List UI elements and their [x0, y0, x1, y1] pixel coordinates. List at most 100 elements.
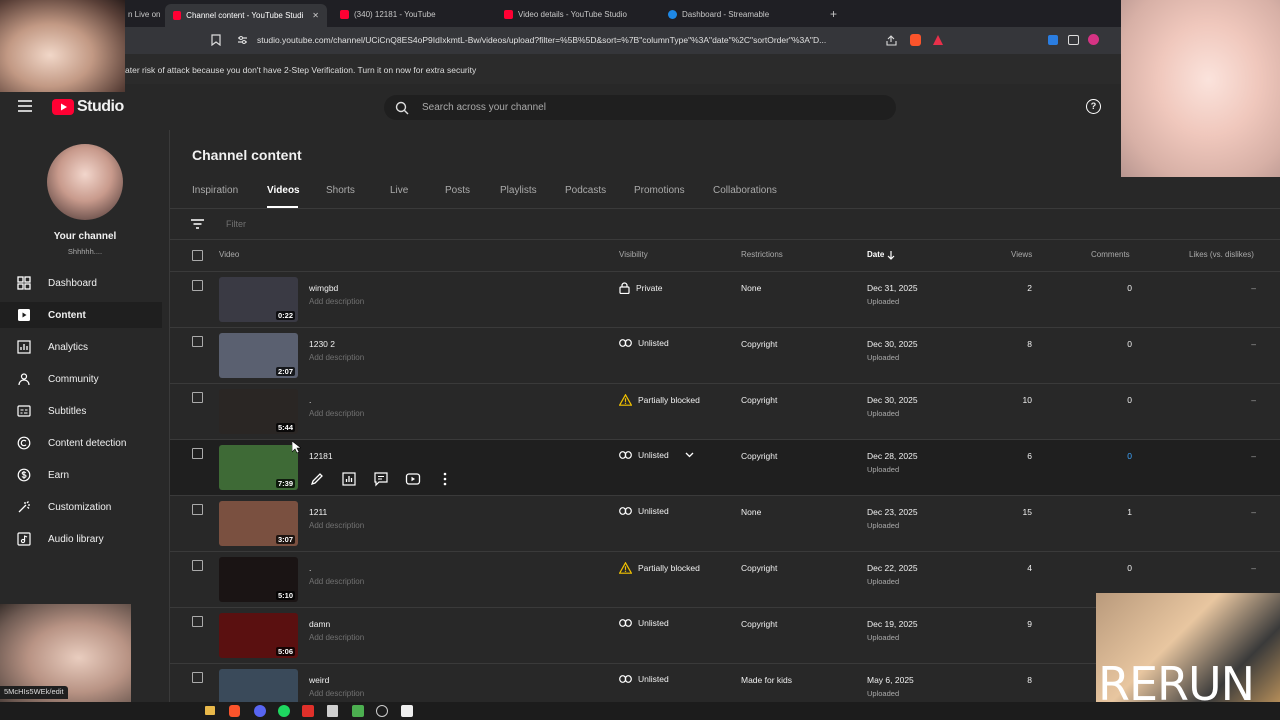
video-description[interactable]: Add description: [309, 633, 364, 642]
row-checkbox[interactable]: [192, 280, 203, 291]
extension-icon[interactable]: [1088, 34, 1099, 45]
tab-videos[interactable]: Videos: [267, 185, 300, 196]
video-thumbnail[interactable]: 2:07: [219, 333, 298, 378]
row-checkbox[interactable]: [192, 560, 203, 571]
row-checkbox[interactable]: [192, 448, 203, 459]
new-tab-button[interactable]: +: [822, 4, 845, 24]
tab-shorts[interactable]: Shorts: [326, 185, 355, 196]
visibility-status[interactable]: Unlisted: [619, 506, 669, 516]
row-checkbox[interactable]: [192, 616, 203, 627]
restrictions-value[interactable]: Copyright: [741, 339, 777, 349]
column-header-comments[interactable]: Comments: [1091, 250, 1130, 259]
filter-icon[interactable]: [191, 219, 204, 229]
sidebar-item-content[interactable]: Content: [0, 302, 162, 328]
row-checkbox[interactable]: [192, 392, 203, 403]
menu-icon[interactable]: [18, 100, 32, 112]
filter-input[interactable]: Filter: [226, 219, 246, 229]
comments-count[interactable]: 0: [1127, 395, 1132, 405]
notepad-icon[interactable]: [327, 705, 338, 717]
video-title[interactable]: wimgbd: [309, 283, 338, 293]
more-options-icon[interactable]: [437, 471, 453, 487]
video-description[interactable]: Add description: [309, 409, 364, 418]
url-field[interactable]: studio.youtube.com/channel/UCiCnQ8ES4oP9…: [257, 35, 826, 45]
visibility-status[interactable]: Private: [619, 282, 662, 294]
video-description[interactable]: Add description: [309, 353, 364, 362]
column-header-likes[interactable]: Likes (vs. dislikes): [1189, 250, 1254, 259]
browser-tab[interactable]: (340) 12181 - YouTube: [332, 4, 444, 24]
sidebar-item-dashboard[interactable]: Dashboard: [0, 270, 162, 296]
browser-tab[interactable]: Video details - YouTube Studio: [496, 4, 635, 24]
video-description[interactable]: Add description: [309, 521, 364, 530]
row-checkbox[interactable]: [192, 504, 203, 515]
visibility-status[interactable]: Partially blocked: [619, 562, 700, 574]
extension-icon[interactable]: [1068, 35, 1079, 45]
column-header-date[interactable]: Date: [867, 250, 884, 259]
restrictions-value[interactable]: None: [741, 507, 761, 517]
video-description[interactable]: Add description: [309, 577, 364, 586]
app-icon[interactable]: [352, 705, 364, 717]
studio-logo[interactable]: Studio: [52, 98, 124, 116]
video-title[interactable]: .: [309, 563, 311, 573]
obs-icon[interactable]: [376, 705, 388, 717]
column-header-visibility[interactable]: Visibility: [619, 250, 648, 259]
video-title[interactable]: 1230 2: [309, 339, 335, 349]
comments-count[interactable]: 0: [1127, 451, 1132, 461]
brave-browser-icon[interactable]: [229, 705, 240, 717]
sidebar-item-audio-library[interactable]: Audio library: [0, 526, 162, 552]
column-header-views[interactable]: Views: [1011, 250, 1032, 259]
comments-count[interactable]: 0: [1127, 283, 1132, 293]
tab-posts[interactable]: Posts: [445, 185, 470, 196]
site-settings-icon[interactable]: [237, 35, 248, 45]
restrictions-value[interactable]: Copyright: [741, 451, 777, 461]
comments-count[interactable]: 0: [1127, 339, 1132, 349]
tab-collaborations[interactable]: Collaborations: [713, 185, 777, 196]
video-thumbnail[interactable]: 0:22: [219, 277, 298, 322]
restrictions-value[interactable]: Copyright: [741, 619, 777, 629]
video-title[interactable]: damn: [309, 619, 330, 629]
chevron-down-icon[interactable]: [685, 452, 694, 458]
video-thumbnail[interactable]: 7:39: [219, 445, 298, 490]
browser-tab-active[interactable]: Channel content - YouTube Studi ✕: [165, 4, 327, 27]
tab-live[interactable]: Live: [390, 185, 408, 196]
bookmark-icon[interactable]: [211, 34, 221, 46]
video-description[interactable]: Add description: [309, 689, 364, 698]
channel-avatar[interactable]: [47, 144, 123, 220]
youtube-view-icon[interactable]: [405, 471, 421, 487]
sidebar-item-analytics[interactable]: Analytics: [0, 334, 162, 360]
file-explorer-icon[interactable]: [205, 706, 215, 715]
video-thumbnail[interactable]: 5:10: [219, 557, 298, 602]
video-thumbnail[interactable]: 5:44: [219, 389, 298, 434]
restrictions-value[interactable]: Made for kids: [741, 675, 792, 685]
visibility-dropdown[interactable]: [685, 452, 694, 458]
visibility-status[interactable]: Unlisted: [619, 618, 669, 628]
row-checkbox[interactable]: [192, 672, 203, 683]
app-icon[interactable]: [401, 705, 413, 717]
sort-descending-icon[interactable]: [887, 250, 895, 260]
channel-search-input[interactable]: Search across your channel: [384, 95, 896, 120]
visibility-status[interactable]: Unlisted: [619, 450, 694, 460]
sidebar-item-community[interactable]: Community: [0, 366, 162, 392]
select-all-checkbox[interactable]: [192, 250, 203, 261]
tab-podcasts[interactable]: Podcasts: [565, 185, 606, 196]
edit-icon[interactable]: [309, 471, 325, 487]
app-icon[interactable]: [302, 705, 314, 717]
restrictions-value[interactable]: None: [741, 283, 761, 293]
tab-playlists[interactable]: Playlists: [500, 185, 537, 196]
comments-count[interactable]: 0: [1127, 563, 1132, 573]
browser-tab[interactable]: Dashboard - Streamable: [660, 4, 777, 24]
download-extension-icon[interactable]: [1048, 35, 1058, 45]
visibility-status[interactable]: Unlisted: [619, 674, 669, 684]
column-header-restrictions[interactable]: Restrictions: [741, 250, 783, 259]
tab-inspiration[interactable]: Inspiration: [192, 185, 238, 196]
spotify-icon[interactable]: [278, 705, 290, 717]
share-icon[interactable]: [886, 35, 897, 46]
video-description[interactable]: Add description: [309, 297, 364, 306]
close-icon[interactable]: ✕: [312, 11, 319, 20]
video-title[interactable]: 12181: [309, 451, 333, 461]
comments-icon[interactable]: [373, 471, 389, 487]
discord-icon[interactable]: [254, 705, 266, 717]
visibility-status[interactable]: Partially blocked: [619, 394, 700, 406]
video-thumbnail[interactable]: 3:07: [219, 501, 298, 546]
sidebar-item-customization[interactable]: Customization: [0, 494, 162, 520]
restrictions-value[interactable]: Copyright: [741, 563, 777, 573]
